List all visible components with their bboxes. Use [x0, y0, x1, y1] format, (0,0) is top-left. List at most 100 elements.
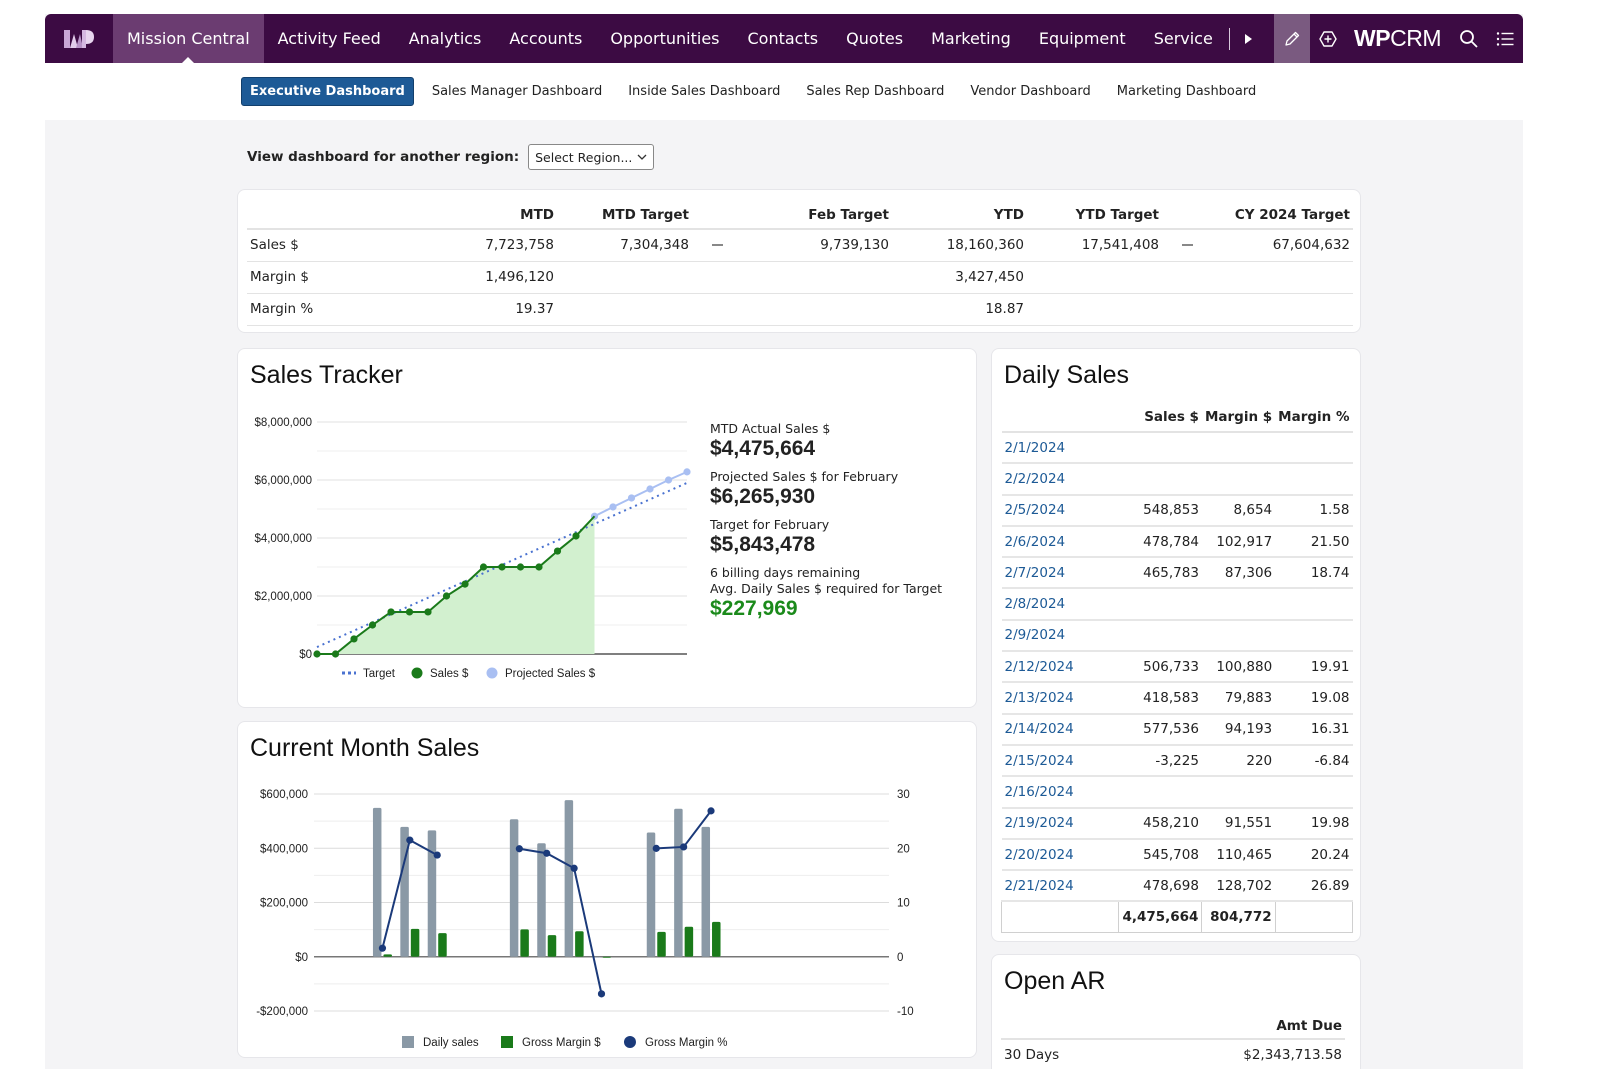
summary-cell: [557, 293, 692, 326]
y-tick-label: $8,000,000: [254, 417, 312, 429]
gross-margin-pct-point: [406, 836, 414, 844]
chevron-down-icon: [637, 154, 647, 160]
tab-marketing-dashboard[interactable]: Marketing Dashboard: [1109, 78, 1264, 105]
date-link[interactable]: 2/1/2024: [1001, 432, 1119, 465]
daily-sales-bar: [674, 808, 683, 957]
summary-header: [692, 202, 742, 230]
projected-label: Projected Sales $ for February: [710, 469, 899, 484]
daily-cell: 19.91: [1275, 651, 1353, 684]
daily-row: 2/19/2024 458,210 91,551 19.98: [1001, 807, 1353, 840]
gross-margin-bar: [684, 926, 694, 957]
nav-item-service[interactable]: Service: [1140, 14, 1227, 63]
daily-row: 2/8/2024: [1001, 588, 1353, 621]
projected-point: [664, 476, 673, 484]
tab-sales-manager-dashboard[interactable]: Sales Manager Dashboard: [424, 78, 610, 105]
date-link[interactable]: 2/19/2024: [1001, 807, 1119, 840]
date-link[interactable]: 2/9/2024: [1001, 619, 1119, 653]
sales-point: [331, 650, 340, 658]
date-link[interactable]: 2/5/2024: [1001, 494, 1119, 527]
daily-cell: [1118, 432, 1202, 465]
summary-header: YTD: [892, 202, 1027, 230]
search-button[interactable]: [1451, 14, 1487, 63]
daily-cell: [1275, 432, 1353, 465]
daily-cell: 110,465: [1201, 838, 1276, 872]
nav-item-quotes[interactable]: Quotes: [832, 14, 917, 63]
date-link[interactable]: 2/14/2024: [1001, 713, 1119, 746]
brand-light: CRM: [1390, 25, 1441, 51]
nav-item-accounts[interactable]: Accounts: [495, 14, 596, 63]
nav-item-contacts[interactable]: Contacts: [734, 14, 833, 63]
summary-cell: 7,723,758: [377, 229, 557, 262]
dash-icon: [711, 244, 723, 247]
summary-header: YTD Target: [1027, 202, 1162, 230]
billing-days-label: 6 billing days remaining: [710, 565, 861, 580]
region-select[interactable]: Select Region...: [528, 144, 655, 170]
daily-sales-bar: [427, 830, 437, 957]
nav-item-marketing[interactable]: Marketing: [917, 14, 1025, 63]
sales-point: [405, 608, 414, 616]
gross-margin-pct-line: [519, 847, 603, 995]
region-label: View dashboard for another region:: [247, 149, 520, 165]
legend-daily-sales-label: Daily sales: [423, 1037, 479, 1049]
sales-point: [424, 608, 432, 616]
tab-executive-dashboard[interactable]: Executive Dashboard: [241, 77, 414, 106]
daily-cell: 18.74: [1275, 557, 1353, 590]
summary-cell: [1027, 261, 1162, 294]
daily-cell: 26.89: [1275, 870, 1353, 903]
daily-sales-bar: [701, 826, 711, 957]
summary-header: MTD: [377, 202, 557, 230]
nav-label: Contacts: [747, 29, 819, 48]
menu-button[interactable]: [1487, 14, 1523, 63]
nav-more-button[interactable]: [1230, 14, 1266, 63]
tab-inside-sales-dashboard[interactable]: Inside Sales Dashboard: [620, 78, 788, 105]
edit-button[interactable]: [1274, 14, 1311, 63]
date-link[interactable]: 2/16/2024: [1001, 776, 1119, 809]
daily-cell: 458,210: [1118, 807, 1202, 840]
date-link[interactable]: 2/21/2024: [1001, 870, 1119, 903]
nav-label: Analytics: [408, 29, 482, 48]
sales-tracker-chart: $0 $2,000,000 $4,000,000 $6,000,000 $8,000,0…: [254, 417, 691, 680]
date-link[interactable]: 2/7/2024: [1001, 557, 1119, 590]
daily-sales-bar: [372, 807, 382, 957]
daily-cell: [1275, 619, 1353, 653]
pencil-icon: [1285, 31, 1300, 46]
nav-item-equipment[interactable]: Equipment: [1025, 14, 1140, 63]
summary-cell: 3,427,450: [892, 261, 1027, 294]
search-icon: [1460, 29, 1478, 48]
sales-point: [516, 563, 525, 571]
date-link[interactable]: 2/20/2024: [1001, 838, 1119, 872]
date-link[interactable]: 2/12/2024: [1001, 651, 1119, 684]
target-label: Target for February: [710, 517, 830, 532]
y-tick-label: $0: [299, 649, 312, 661]
legend-gross-margin-label: Gross Margin $: [522, 1037, 601, 1049]
nav-item-opportunities[interactable]: Opportunities: [596, 14, 733, 63]
y-tick-label: $600,000: [260, 789, 308, 801]
y-tick-label: $0: [295, 952, 308, 964]
date-link[interactable]: 2/15/2024: [1001, 744, 1119, 778]
daily-row: 2/15/2024 -3,225 220 -6.84: [1001, 744, 1353, 778]
nav-item-activity-feed[interactable]: Activity Feed: [264, 14, 395, 63]
daily-cell: 418,583: [1118, 682, 1202, 715]
play-icon: [1245, 33, 1253, 44]
sales-point: [535, 563, 543, 571]
nav-label: Equipment: [1038, 29, 1126, 48]
projected-value: $6,265,930: [710, 485, 816, 508]
date-link[interactable]: 2/2/2024: [1001, 463, 1119, 496]
daily-cell: 87,306: [1201, 557, 1276, 590]
daily-row: 2/6/2024 478,784 102,917 21.50: [1001, 525, 1353, 559]
date-link[interactable]: 2/6/2024: [1001, 525, 1119, 559]
daily-header: Margin %: [1275, 403, 1353, 433]
gross-margin-pct-point: [597, 990, 606, 998]
nav-item-analytics[interactable]: Analytics: [395, 14, 496, 63]
nav-item-mission-central[interactable]: Mission Central: [113, 14, 264, 64]
summary-table: MTD MTD Target Feb Target YTD YTD Target…: [247, 202, 1353, 326]
date-link[interactable]: 2/13/2024: [1001, 682, 1119, 715]
date-link[interactable]: 2/8/2024: [1001, 588, 1119, 621]
app-logo[interactable]: [45, 14, 113, 63]
tab-vendor-dashboard[interactable]: Vendor Dashboard: [962, 78, 1098, 105]
tab-sales-rep-dashboard[interactable]: Sales Rep Dashboard: [798, 78, 952, 105]
gross-margin-pct-point: [652, 844, 660, 852]
daily-cell: [1118, 588, 1202, 621]
daily-sales-bar: [509, 819, 519, 957]
add-button[interactable]: [1310, 14, 1346, 63]
